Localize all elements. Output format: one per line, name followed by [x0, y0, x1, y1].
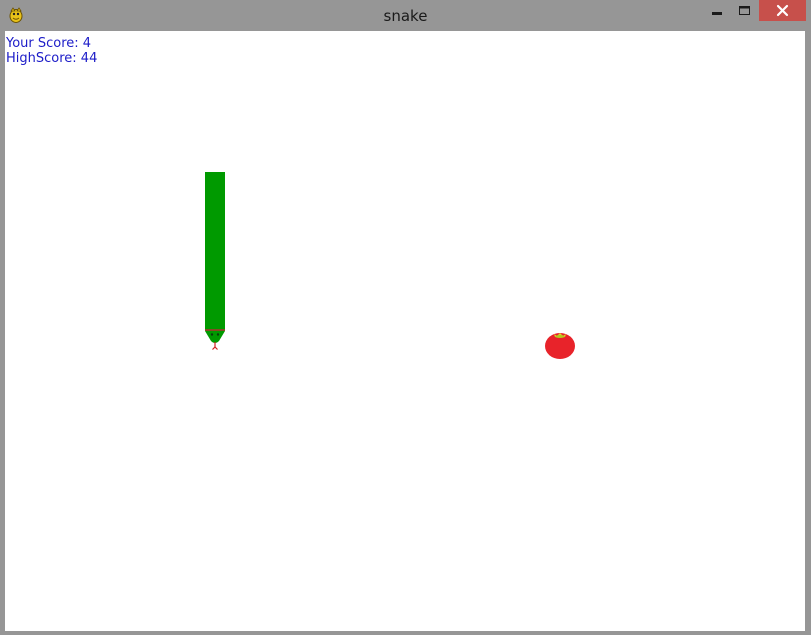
snake-head-icon: [205, 329, 225, 350]
maximize-icon: [739, 6, 750, 15]
snake-body: [205, 172, 225, 331]
close-icon: [776, 4, 789, 17]
game-canvas[interactable]: Your Score: 4 HighScore: 44: [5, 31, 805, 631]
game-window: snake Your Score: 4 HighScore: 44: [0, 0, 811, 635]
minimize-button[interactable]: [703, 0, 730, 21]
title-bar[interactable]: snake: [0, 0, 811, 31]
apple-icon: [545, 333, 575, 359]
window-title: snake: [383, 7, 428, 25]
minimize-icon: [712, 12, 722, 15]
highscore-label: HighScore: 44: [6, 51, 98, 66]
close-button[interactable]: [759, 0, 806, 21]
score-label: Your Score: 4: [6, 36, 92, 51]
maximize-button[interactable]: [731, 0, 758, 21]
